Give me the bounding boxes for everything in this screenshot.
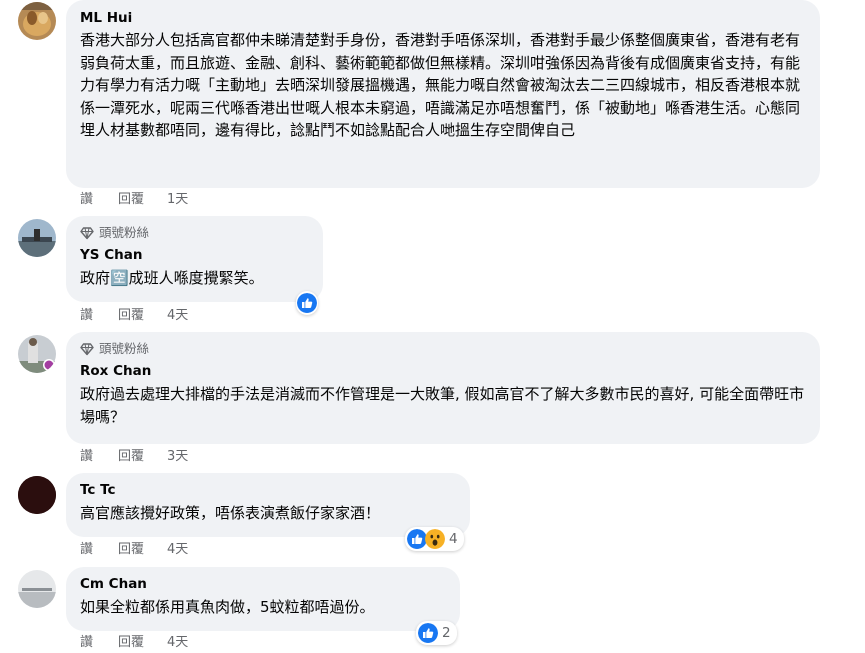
comment-bubble: ML Hui 香港大部分人包括高官都仲未睇清楚對手身份，香港對手唔係深圳，香港對… — [66, 0, 820, 188]
wow-reaction-icon — [425, 529, 445, 549]
like-link[interactable]: 讚 — [80, 307, 118, 325]
comment-actions: 讚 回覆 1天 — [80, 191, 188, 209]
reaction-count: 2 — [442, 625, 451, 641]
comment-actions: 讚 回覆 4天 — [80, 634, 188, 652]
avatar[interactable] — [18, 476, 56, 514]
comment-text: 政府過去處理大排檔的手法是消滅而不作管理是一大敗筆, 假如高官不了解大多數市民的… — [80, 385, 805, 426]
timestamp[interactable]: 4天 — [167, 307, 188, 325]
reply-link[interactable]: 回覆 — [118, 307, 167, 325]
commenter-name[interactable]: Cm Chan — [80, 575, 448, 593]
timestamp[interactable]: 4天 — [167, 634, 188, 652]
reply-link[interactable]: 回覆 — [118, 634, 167, 652]
reaction-summary[interactable]: 4 — [405, 527, 464, 551]
badge-label: 頭號粉絲 — [99, 341, 150, 356]
like-reaction-icon — [407, 529, 427, 549]
comment-bubble: Tc Tc 高官應該攪好政策，唔係表演煮飯仔家家酒！ — [66, 473, 470, 537]
comment-bubble: 頭號粉絲 Rox Chan 政府過去處理大排檔的手法是消滅而不作管理是一大敗筆,… — [66, 332, 820, 444]
timestamp[interactable]: 3天 — [167, 448, 188, 466]
top-fan-badge: 頭號粉絲 — [80, 224, 311, 242]
commenter-name[interactable]: Tc Tc — [80, 481, 458, 499]
comment-actions: 讚 回覆 3天 — [80, 448, 188, 466]
reaction-summary[interactable]: 2 — [416, 621, 457, 645]
diamond-icon — [80, 227, 94, 240]
avatar[interactable] — [18, 219, 56, 257]
avatar[interactable] — [18, 570, 56, 608]
comment-text: 高官應該攪好政策，唔係表演煮飯仔家家酒！ — [80, 504, 381, 522]
reaction-summary[interactable] — [296, 291, 318, 315]
comment-text: 如果全粒都係用真魚肉做，5蚊粒都唔過份。 — [80, 598, 375, 616]
like-link[interactable]: 讚 — [80, 191, 118, 209]
commenter-name[interactable]: YS Chan — [80, 246, 311, 264]
comment-bubble: 頭號粉絲 YS Chan 政府🈳成班人喺度攪緊笑。 — [66, 216, 323, 302]
like-link[interactable]: 讚 — [80, 448, 118, 466]
comment-actions: 讚 回覆 4天 — [80, 541, 188, 559]
top-fan-badge: 頭號粉絲 — [80, 340, 808, 358]
like-link[interactable]: 讚 — [80, 541, 118, 559]
timestamp[interactable]: 1天 — [167, 191, 188, 209]
avatar[interactable] — [18, 335, 56, 373]
badge-label: 頭號粉絲 — [99, 225, 150, 240]
reaction-count: 4 — [449, 531, 458, 547]
commenter-name[interactable]: ML Hui — [80, 9, 808, 27]
reply-link[interactable]: 回覆 — [118, 541, 167, 559]
like-link[interactable]: 讚 — [80, 634, 118, 652]
avatar[interactable] — [18, 2, 56, 40]
like-reaction-icon — [418, 623, 438, 643]
comment-text: 政府🈳成班人喺度攪緊笑。 — [80, 269, 264, 287]
commenter-name[interactable]: Rox Chan — [80, 362, 808, 380]
timestamp[interactable]: 4天 — [167, 541, 188, 559]
comment-actions: 讚 回覆 4天 — [80, 307, 188, 325]
reply-link[interactable]: 回覆 — [118, 191, 167, 209]
reply-link[interactable]: 回覆 — [118, 448, 167, 466]
like-reaction-icon — [297, 293, 317, 313]
diamond-icon — [80, 343, 94, 356]
comment-text: 香港大部分人包括高官都仲未睇清楚對手身份，香港對手唔係深圳，香港對手最少係整個廣… — [80, 31, 801, 139]
comment-bubble: Cm Chan 如果全粒都係用真魚肉做，5蚊粒都唔過份。 — [66, 567, 460, 631]
